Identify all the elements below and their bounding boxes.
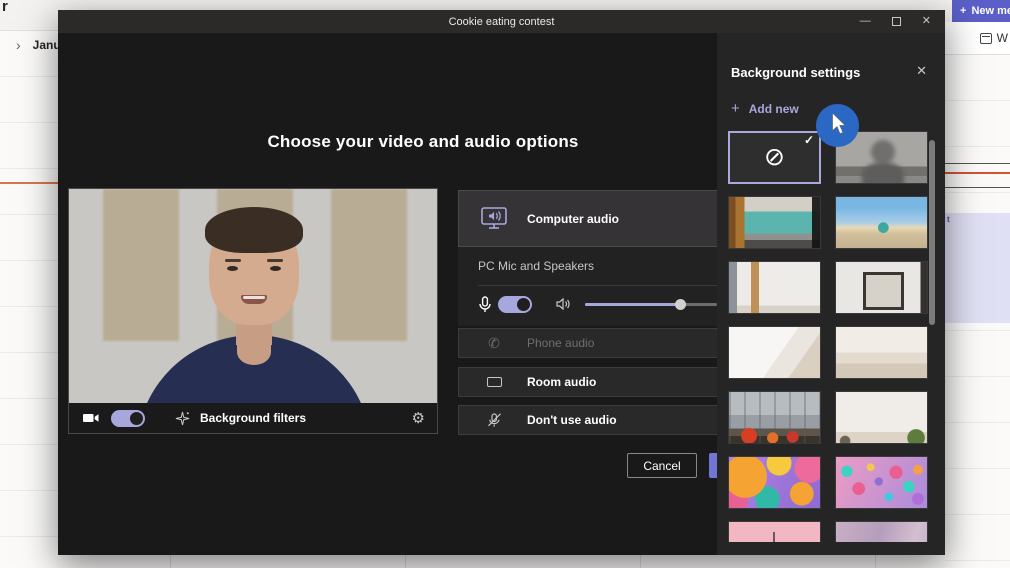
new-meeting-button[interactable]: + New mee xyxy=(952,0,1010,22)
background-tile-pink-clouds[interactable] xyxy=(728,521,821,542)
computer-audio-icon xyxy=(479,207,509,230)
maximize-button[interactable] xyxy=(891,17,901,26)
volume-slider-knob[interactable] xyxy=(675,299,687,310)
background-tile-white-room-window[interactable] xyxy=(728,261,821,314)
dont-use-audio-label: Don't use audio xyxy=(527,413,617,427)
audio-off-icon xyxy=(479,413,509,427)
close-window-button[interactable]: ✕ xyxy=(922,16,931,27)
room-audio-option[interactable]: Room audio xyxy=(458,367,758,397)
calendar-event-block[interactable]: t xyxy=(945,213,1010,323)
camera-feed xyxy=(69,189,437,403)
calendar-date-nav: › Janu xyxy=(0,34,61,56)
add-new-button[interactable]: + Add new xyxy=(731,101,799,116)
room-audio-icon xyxy=(479,377,509,387)
calendar-column-divider xyxy=(640,555,641,568)
tile-label: Blur xyxy=(872,169,891,180)
camera-icon xyxy=(83,412,99,424)
background-tiles-grid: ⊘ ✓ Blur xyxy=(717,131,945,542)
checkmark-icon: ✓ xyxy=(803,133,814,147)
calendar-event-label: t xyxy=(947,215,950,224)
current-time-indicator xyxy=(945,172,1010,174)
calendar-grid-bottom xyxy=(58,555,945,568)
divider xyxy=(478,285,758,286)
calendar-column-divider xyxy=(875,555,876,568)
phone-audio-option[interactable]: ✆ Phone audio xyxy=(458,328,758,358)
add-new-label: Add new xyxy=(748,101,799,116)
computer-audio-label: Computer audio xyxy=(527,211,619,226)
background-tile-office-lockers[interactable] xyxy=(728,196,821,249)
person-brow xyxy=(225,259,241,262)
background-tile-floating-balls[interactable] xyxy=(835,456,928,509)
phone-audio-label: Phone audio xyxy=(527,336,595,350)
room-audio-label: Room audio xyxy=(527,375,597,389)
person-head xyxy=(205,207,303,325)
background-filters-icon xyxy=(175,411,190,426)
gear-icon[interactable]: ⚙ xyxy=(412,409,425,427)
calendar-grid-left xyxy=(0,30,58,568)
person-mouth xyxy=(241,295,267,304)
background-tile-lilac-blur[interactable] xyxy=(835,521,928,542)
wall-panel xyxy=(103,189,179,341)
calendar-column-divider xyxy=(405,555,406,568)
video-controls-bar: Background filters ⚙ xyxy=(69,403,437,433)
background-tile-none[interactable]: ⊘ ✓ xyxy=(728,131,821,184)
background-tile-industrial-office[interactable] xyxy=(728,391,821,444)
calendar-event-border xyxy=(945,187,1010,188)
person-eye xyxy=(270,266,281,271)
person-brow xyxy=(267,259,283,262)
calendar-view-label[interactable]: W xyxy=(997,31,1008,45)
pre-join-dialog: Cookie eating contest — ✕ Choose your vi… xyxy=(58,10,945,555)
calendar-title-partial: r xyxy=(2,0,8,15)
calendar-view-toolbar: W xyxy=(945,22,1010,55)
chevron-right-icon[interactable]: › xyxy=(16,37,21,53)
calendar-event-border xyxy=(945,163,1010,164)
new-meeting-label: New mee xyxy=(971,5,1010,17)
background-tile-mirror-room[interactable] xyxy=(835,261,928,314)
mic-icon xyxy=(478,296,492,313)
volume-slider[interactable] xyxy=(585,299,717,310)
cancel-button[interactable]: Cancel xyxy=(627,453,697,478)
window-title: Cookie eating contest xyxy=(448,15,555,28)
background-tile-balloons[interactable] xyxy=(728,456,821,509)
dont-use-audio-option[interactable]: Don't use audio xyxy=(458,405,758,435)
camera-toggle[interactable] xyxy=(111,409,145,427)
background-tile-beige-room[interactable] xyxy=(835,326,928,379)
background-filters-label[interactable]: Background filters xyxy=(200,411,306,425)
close-panel-icon[interactable]: ✕ xyxy=(916,63,927,79)
self-video-preview: Background filters ⚙ xyxy=(68,188,438,434)
speaker-icon xyxy=(556,297,571,311)
volume-slider-fill xyxy=(585,303,681,306)
background-tile-beach[interactable] xyxy=(835,196,928,249)
device-name[interactable]: PC Mic and Speakers xyxy=(478,259,594,273)
person-eye xyxy=(227,266,238,271)
background-tile-plant-wall[interactable] xyxy=(835,391,928,444)
calendar-column-divider xyxy=(170,555,171,568)
person-hair xyxy=(205,207,303,253)
minimize-button[interactable]: — xyxy=(860,16,871,27)
cursor-highlight xyxy=(816,104,859,147)
device-settings-section: PC Mic and Speakers xyxy=(458,247,758,326)
calendar-month-label[interactable]: Janu xyxy=(33,38,61,52)
window-titlebar: Cookie eating contest — ✕ xyxy=(58,10,945,33)
current-time-indicator xyxy=(0,182,58,184)
mic-toggle[interactable] xyxy=(498,296,532,313)
panel-scrollbar[interactable] xyxy=(929,140,935,325)
background-tile-white-loft[interactable] xyxy=(728,326,821,379)
calendar-view-icon xyxy=(979,32,992,44)
plus-icon: + xyxy=(960,5,967,17)
phone-audio-icon: ✆ xyxy=(488,334,500,351)
cursor-arrow-icon xyxy=(831,112,847,140)
computer-audio-option[interactable]: Computer audio xyxy=(458,190,758,247)
dialog-heading: Choose your video and audio options xyxy=(267,132,579,151)
plus-icon: + xyxy=(731,100,740,117)
panel-title: Background settings xyxy=(731,65,861,80)
wall-panel xyxy=(331,189,407,341)
